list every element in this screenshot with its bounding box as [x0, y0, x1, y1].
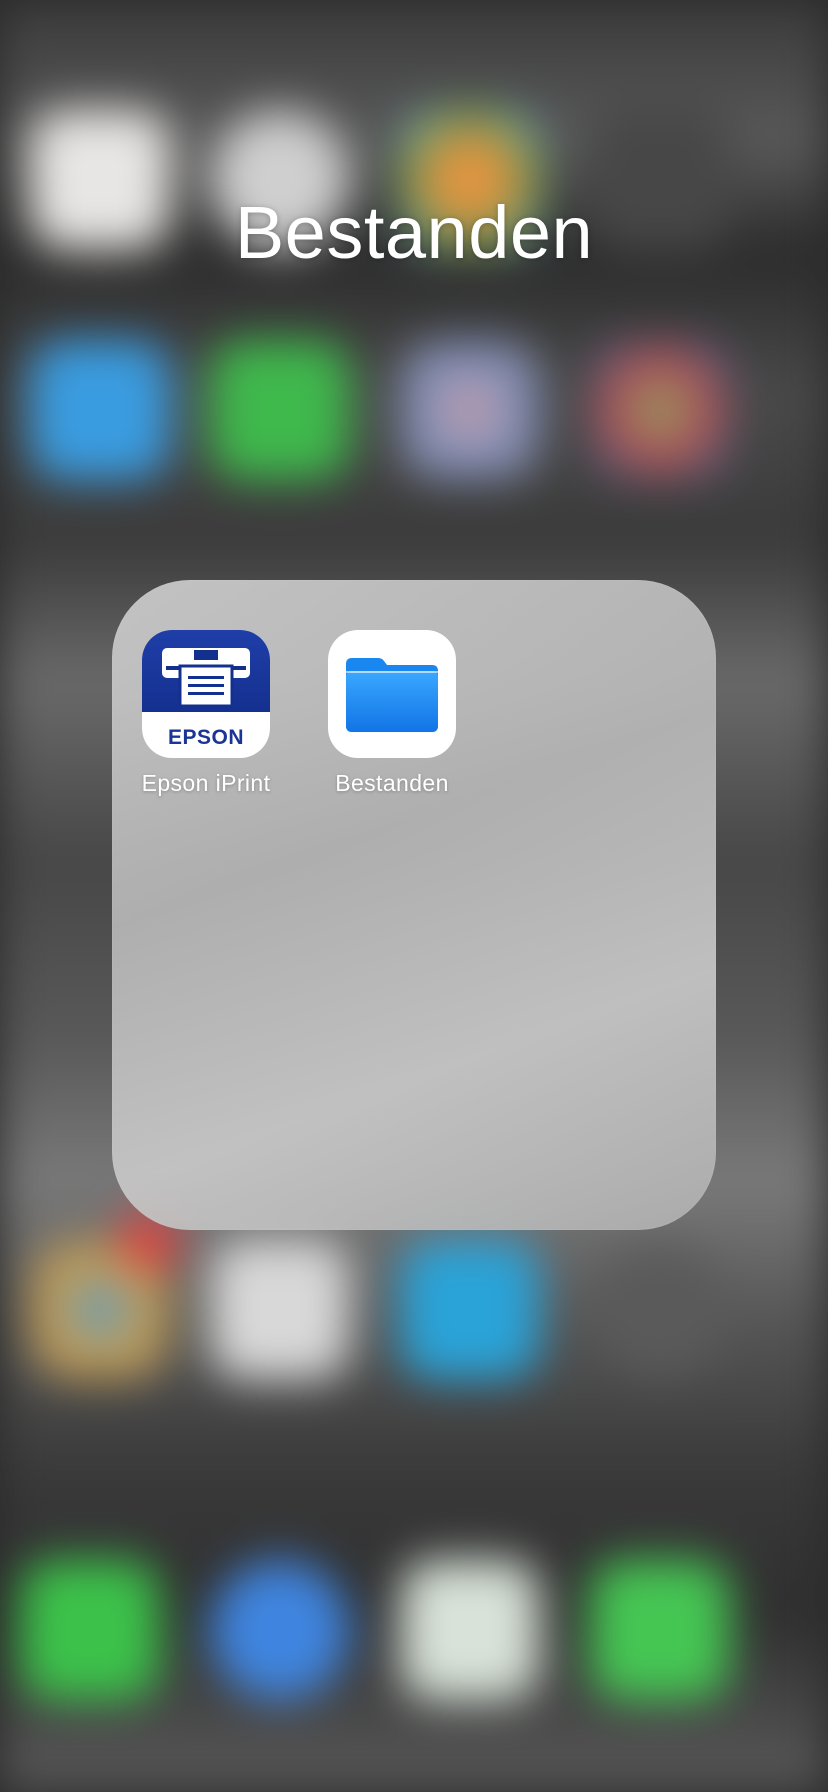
app-label-epson-iprint: Epson iPrint — [141, 770, 271, 796]
app-bestanden[interactable]: Bestanden — [302, 630, 482, 797]
app-label-bestanden: Bestanden — [335, 770, 449, 796]
home-screen: Bestanden EPSON Epson iPrint Bestanden — [0, 0, 828, 1792]
app-epson-iprint[interactable]: EPSON Epson iPrint — [116, 630, 296, 797]
files-folder-icon[interactable] — [328, 630, 456, 758]
folder-title[interactable]: Bestanden — [0, 190, 828, 275]
epson-logo-text: EPSON — [167, 726, 245, 749]
epson-iprint-icon[interactable]: EPSON — [142, 630, 270, 758]
folder-panel: EPSON Epson iPrint Bestanden — [112, 580, 716, 1230]
